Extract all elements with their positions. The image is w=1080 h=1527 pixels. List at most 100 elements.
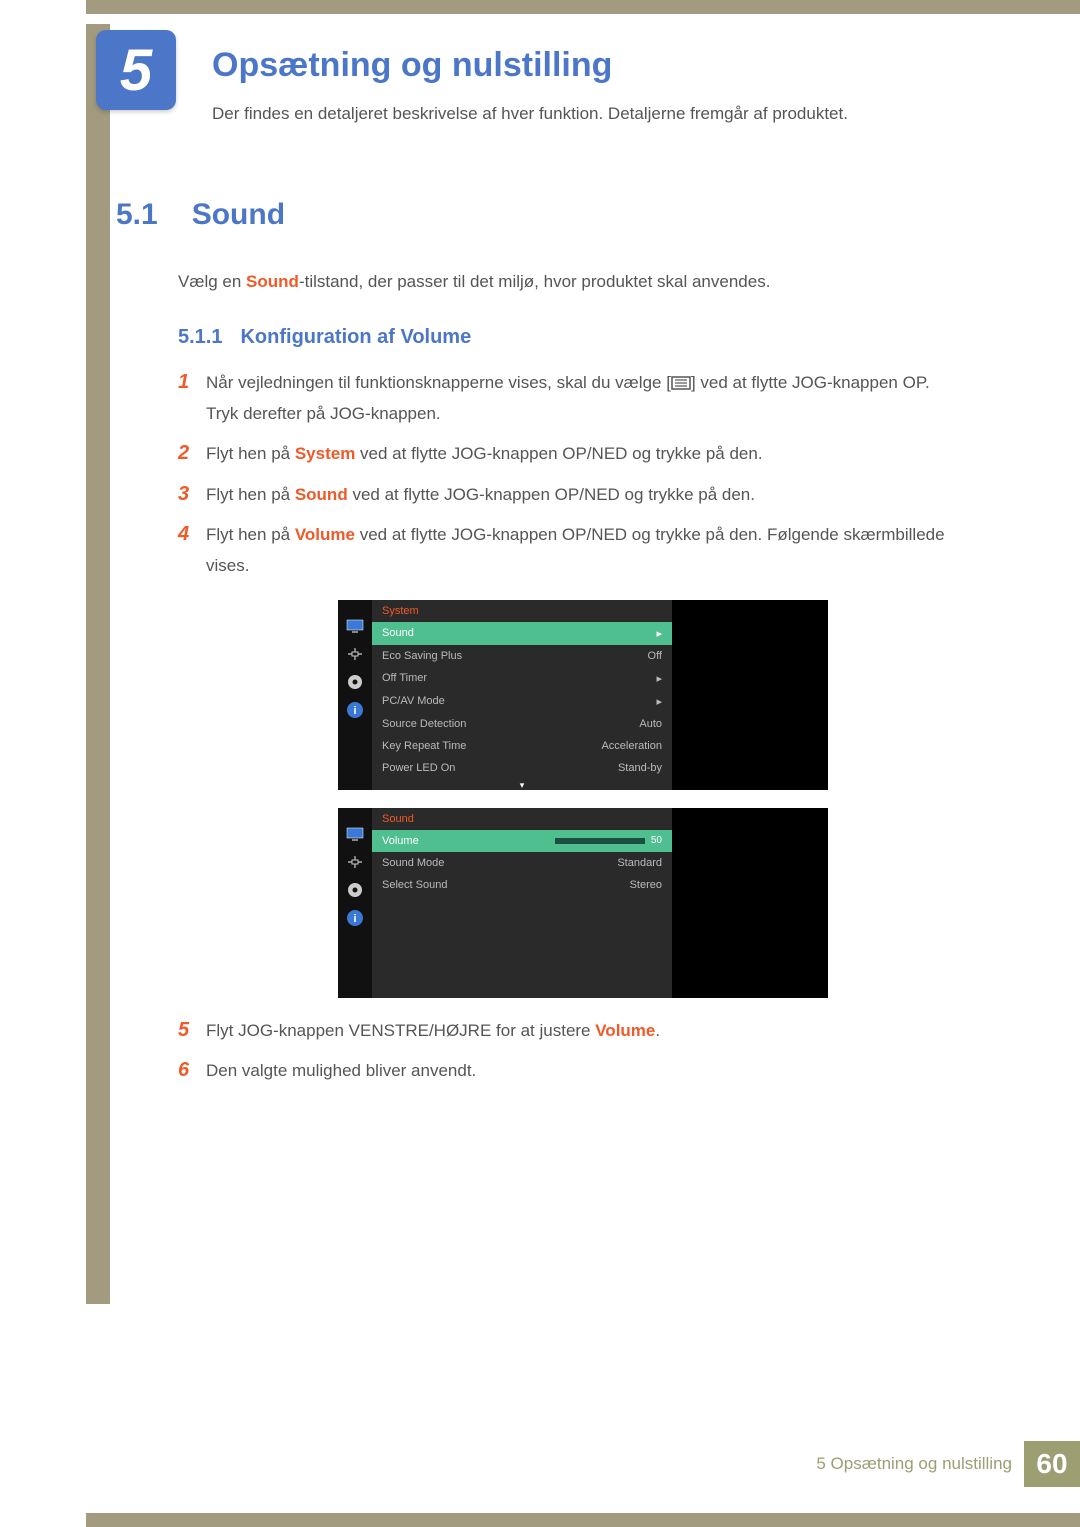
osd-value: Acceleration — [601, 740, 662, 752]
step-number: 6 — [178, 1056, 206, 1087]
osd-value: ▸ — [656, 672, 662, 685]
chapter-subtitle: Der findes en detaljeret beskrivelse af … — [212, 104, 848, 124]
text: Flyt JOG-knappen VENSTRE/HØJRE for at ju… — [206, 1021, 595, 1040]
osd-row: Sound Mode Standard — [372, 852, 672, 874]
gear-icon — [345, 882, 365, 898]
osd-screenshot-system: i System Sound ▸ Eco Saving Plus Off Off … — [338, 600, 828, 790]
osd-label: Volume — [382, 835, 419, 847]
osd-value: ▸ — [656, 627, 662, 640]
step-2: 2 Flyt hen på System ved at flytte JOG-k… — [178, 439, 958, 470]
info-icon: i — [345, 702, 365, 718]
svg-text:i: i — [353, 913, 356, 925]
subsection-number: 5.1.1 — [178, 326, 222, 348]
osd-row: PC/AV Mode ▸ — [372, 690, 672, 713]
page-footer: 5 Opsætning og nulstilling 60 — [816, 1441, 1080, 1487]
osd-value: Off — [648, 650, 662, 662]
svg-text:i: i — [353, 705, 356, 717]
section-heading: 5.1 Sound — [116, 198, 285, 232]
text: Flyt hen på — [206, 444, 295, 463]
osd-row: Power LED On Stand-by — [372, 757, 672, 779]
step-number: 1 — [178, 368, 206, 429]
osd-menu: Sound Volume 50 Sound Mode Standard Selec… — [372, 808, 672, 998]
chapter-title: Opsætning og nulstilling — [212, 46, 612, 85]
text-bold: System — [295, 444, 355, 463]
osd-header: System — [372, 600, 672, 622]
resize-icon — [345, 854, 365, 870]
osd-label: Power LED On — [382, 762, 455, 774]
osd-row: Eco Saving Plus Off — [372, 645, 672, 667]
page-number: 60 — [1024, 1441, 1080, 1487]
text: Flyt hen på — [206, 525, 295, 544]
osd-preview-area — [672, 808, 828, 998]
step-body: Den valgte mulighed bliver anvendt. — [206, 1056, 476, 1087]
text: Når vejledningen til funktionsknapperne … — [206, 373, 671, 392]
osd-row: Key Repeat Time Acceleration — [372, 735, 672, 757]
step-3: 3 Flyt hen på Sound ved at flytte JOG-kn… — [178, 480, 958, 511]
osd-label: Source Detection — [382, 718, 466, 730]
osd-scroll-down-icon: ▾ — [372, 779, 672, 792]
step-number: 5 — [178, 1016, 206, 1047]
section-number: 5.1 — [116, 198, 158, 231]
step-body: Flyt hen på Sound ved at flytte JOG-knap… — [206, 480, 755, 511]
osd-row-selected: Volume 50 — [372, 830, 672, 852]
osd-label: Off Timer — [382, 672, 427, 685]
step-body: Flyt hen på System ved at flytte JOG-kna… — [206, 439, 763, 470]
osd-value: Auto — [639, 718, 662, 730]
steps-list: 1 Når vejledningen til funktionsknappern… — [178, 368, 958, 1097]
step-body: Flyt JOG-knappen VENSTRE/HØJRE for at ju… — [206, 1016, 660, 1047]
text-bold: Volume — [595, 1021, 655, 1040]
menu-icon — [671, 376, 691, 390]
osd-value: Stand-by — [618, 762, 662, 774]
step-number: 4 — [178, 520, 206, 581]
osd-menu: System Sound ▸ Eco Saving Plus Off Off Ti… — [372, 600, 672, 790]
section-title: Sound — [192, 198, 285, 231]
osd-row-selected: Sound ▸ — [372, 622, 672, 645]
osd-row: Select Sound Stereo — [372, 874, 672, 896]
section-intro-bold: Sound — [246, 272, 299, 291]
osd-label: Key Repeat Time — [382, 740, 466, 752]
left-stripe — [86, 24, 110, 1304]
osd-label: Eco Saving Plus — [382, 650, 462, 662]
osd-screenshot-sound: i Sound Volume 50 Sound Mode Standard Sel… — [338, 808, 828, 998]
osd-value: ▸ — [656, 695, 662, 708]
step-5: 5 Flyt JOG-knappen VENSTRE/HØJRE for at … — [178, 1016, 958, 1047]
text: ved at flytte JOG-knappen OP/NED og tryk… — [355, 444, 762, 463]
step-1: 1 Når vejledningen til funktionsknappern… — [178, 368, 958, 429]
osd-label: PC/AV Mode — [382, 695, 445, 708]
footer-stripe — [86, 1513, 1080, 1527]
text: Flyt hen på — [206, 485, 295, 504]
step-number: 3 — [178, 480, 206, 511]
footer-text: 5 Opsætning og nulstilling — [816, 1454, 1012, 1474]
step-6: 6 Den valgte mulighed bliver anvendt. — [178, 1056, 958, 1087]
subsection-heading: 5.1.1Konfiguration af Volume — [178, 326, 471, 349]
monitor-icon — [345, 826, 365, 842]
section-intro-pre: Vælg en — [178, 272, 246, 291]
osd-label: Select Sound — [382, 879, 447, 891]
section-intro: Vælg en Sound-tilstand, der passer til d… — [178, 272, 770, 292]
volume-slider — [555, 838, 645, 844]
osd-row: Source Detection Auto — [372, 713, 672, 735]
osd-label: Sound Mode — [382, 857, 444, 869]
top-stripe — [86, 0, 1080, 14]
step-body: Flyt hen på Volume ved at flytte JOG-kna… — [206, 520, 958, 581]
text: . — [655, 1021, 660, 1040]
osd-sidebar: i — [338, 808, 372, 998]
section-intro-post: -tilstand, der passer til det miljø, hvo… — [299, 272, 771, 291]
osd-sidebar: i — [338, 600, 372, 790]
text-bold: Sound — [295, 485, 348, 504]
monitor-icon — [345, 618, 365, 634]
gear-icon — [345, 674, 365, 690]
osd-preview-area — [672, 600, 828, 790]
osd-value: Standard — [617, 857, 662, 869]
osd-row: Off Timer ▸ — [372, 667, 672, 690]
osd-header: Sound — [372, 808, 672, 830]
step-4: 4 Flyt hen på Volume ved at flytte JOG-k… — [178, 520, 958, 581]
step-body: Når vejledningen til funktionsknapperne … — [206, 368, 958, 429]
text: ved at flytte JOG-knappen OP/NED og tryk… — [348, 485, 755, 504]
chapter-number-badge: 5 — [96, 30, 176, 110]
resize-icon — [345, 646, 365, 662]
text-bold: Volume — [295, 525, 355, 544]
step-number: 2 — [178, 439, 206, 470]
osd-value: Stereo — [630, 879, 662, 891]
volume-value: 50 — [651, 835, 662, 846]
